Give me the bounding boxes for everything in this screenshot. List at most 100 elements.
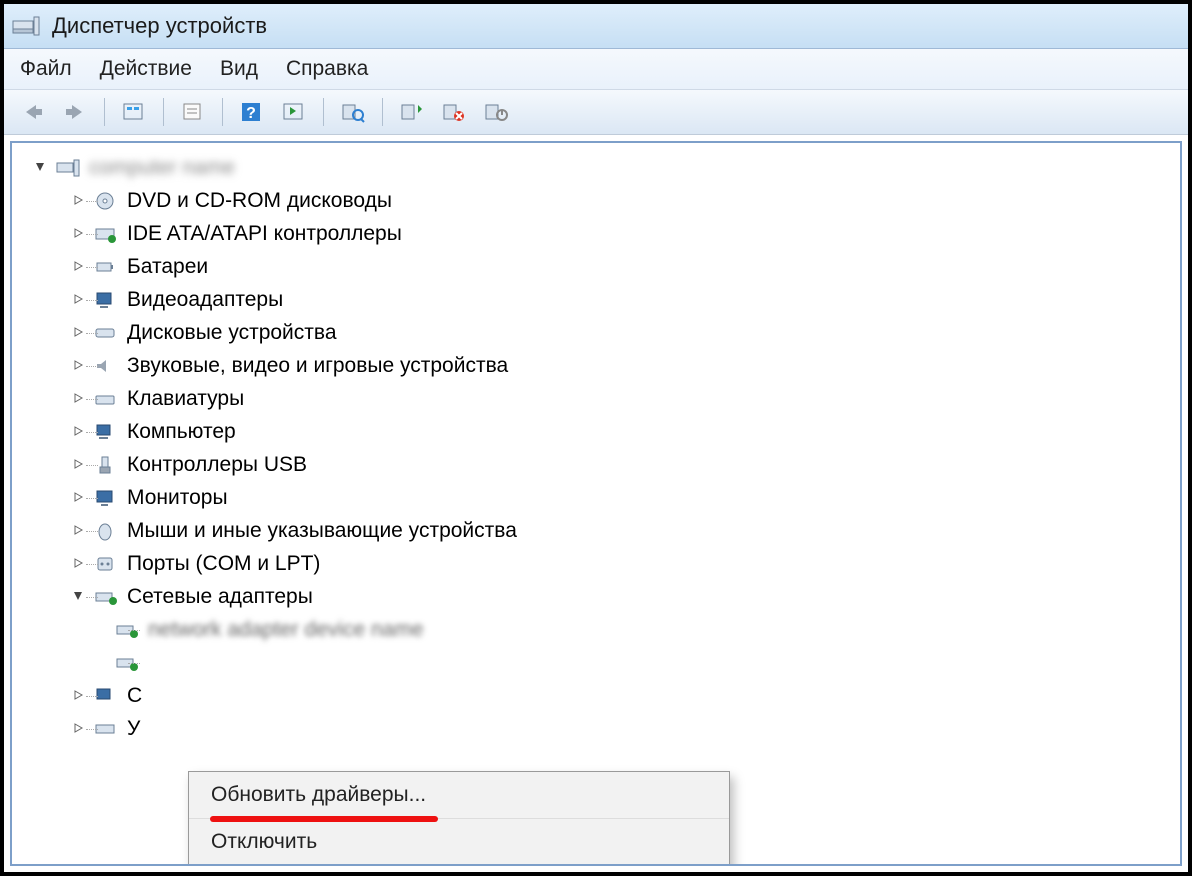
disable-button[interactable] <box>479 97 513 127</box>
tree-label: DVD и CD-ROM дисководы <box>127 189 392 213</box>
expand-icon[interactable] <box>72 689 85 702</box>
dvd-icon <box>93 190 119 212</box>
expand-icon[interactable] <box>72 425 85 438</box>
toolbar-separator <box>222 98 223 126</box>
device-tree-area: computer name DVD и CD-ROM дисководы IDE… <box>10 141 1182 866</box>
toolbar: ? <box>4 90 1188 135</box>
expand-icon[interactable] <box>72 326 85 339</box>
properties-button[interactable] <box>176 97 210 127</box>
device-manager-window: Диспетчер устройств Файл Действие Вид Сп… <box>4 4 1188 872</box>
annotation-underline <box>210 816 438 822</box>
expand-icon[interactable] <box>72 524 85 537</box>
tree-node[interactable]: IDE ATA/ATAPI контроллеры <box>24 217 1180 250</box>
help-button[interactable]: ? <box>235 97 269 127</box>
show-all-button[interactable] <box>277 97 311 127</box>
expand-icon[interactable] <box>72 392 85 405</box>
expand-icon[interactable] <box>72 359 85 372</box>
tree-label: Контроллеры USB <box>127 453 307 477</box>
computer-icon <box>55 157 81 179</box>
expand-icon[interactable] <box>72 458 85 471</box>
toolbar-separator <box>382 98 383 126</box>
usb-icon <box>93 454 119 476</box>
video-adapter-icon <box>93 289 119 311</box>
keyboard-icon <box>93 388 119 410</box>
menu-action[interactable]: Действие <box>100 57 192 81</box>
expand-icon[interactable] <box>72 491 85 504</box>
tree-subnode[interactable]: network adapter device name <box>24 613 1180 646</box>
tree-label: У <box>127 717 142 741</box>
toolbar-separator <box>163 98 164 126</box>
collapse-icon[interactable] <box>72 590 85 603</box>
window-border: Диспетчер устройств Файл Действие Вид Сп… <box>0 0 1192 876</box>
tree-label: Сетевые адаптеры <box>127 585 313 609</box>
disk-drive-icon <box>93 322 119 344</box>
tree-node[interactable]: У <box>24 712 1180 745</box>
tree-node[interactable]: Видеоадаптеры <box>24 283 1180 316</box>
audio-icon <box>93 355 119 377</box>
tree-label: Мониторы <box>127 486 228 510</box>
computer-icon <box>93 421 119 443</box>
ide-controller-icon <box>93 223 119 245</box>
expand-icon[interactable] <box>72 194 85 207</box>
tree-node[interactable]: Порты (COM и LPT) <box>24 547 1180 580</box>
tree-label: IDE ATA/ATAPI контроллеры <box>127 222 402 246</box>
ctx-disable[interactable]: Отключить <box>189 819 729 866</box>
scan-hardware-button[interactable] <box>336 97 370 127</box>
tree-node[interactable]: С <box>24 679 1180 712</box>
window-title: Диспетчер устройств <box>52 13 267 39</box>
port-icon <box>93 553 119 575</box>
tree-label: Порты (COM и LPT) <box>127 552 320 576</box>
toolbar-separator <box>323 98 324 126</box>
tree-node[interactable]: Звуковые, видео и игровые устройства <box>24 349 1180 382</box>
tree-label: Клавиатуры <box>127 387 244 411</box>
tree-label: Мыши и иные указывающие устройства <box>127 519 517 543</box>
root-label: computer name <box>89 156 235 180</box>
svg-text:?: ? <box>246 105 256 122</box>
tree-node-network[interactable]: Сетевые адаптеры <box>24 580 1180 613</box>
hid-icon <box>93 718 119 740</box>
expand-icon[interactable] <box>72 557 85 570</box>
tree-subnode[interactable] <box>24 646 1180 679</box>
menu-help[interactable]: Справка <box>286 57 368 81</box>
mouse-icon <box>93 520 119 542</box>
tree-node[interactable]: Батареи <box>24 250 1180 283</box>
expand-icon[interactable] <box>72 293 85 306</box>
tree-node[interactable]: Компьютер <box>24 415 1180 448</box>
menu-file[interactable]: Файл <box>20 57 72 81</box>
device-tree: computer name DVD и CD-ROM дисководы IDE… <box>12 143 1180 745</box>
tree-node[interactable]: Мониторы <box>24 481 1180 514</box>
back-button[interactable] <box>16 97 50 127</box>
tree-label: Компьютер <box>127 420 236 444</box>
toolbar-separator <box>104 98 105 126</box>
show-hidden-button[interactable] <box>117 97 151 127</box>
menu-view[interactable]: Вид <box>220 57 258 81</box>
network-adapter-icon <box>93 586 119 608</box>
tree-node[interactable]: Клавиатуры <box>24 382 1180 415</box>
collapse-icon[interactable] <box>34 161 47 174</box>
tree-node[interactable]: DVD и CD-ROM дисководы <box>24 184 1180 217</box>
menubar: Файл Действие Вид Справка <box>4 49 1188 90</box>
system-device-icon <box>93 685 119 707</box>
expand-icon[interactable] <box>72 260 85 273</box>
tree-label: network adapter device name <box>148 618 424 642</box>
uninstall-button[interactable] <box>437 97 471 127</box>
forward-button[interactable] <box>58 97 92 127</box>
update-driver-button[interactable] <box>395 97 429 127</box>
network-adapter-icon <box>114 652 140 674</box>
tree-label: Видеоадаптеры <box>127 288 283 312</box>
tree-label: С <box>127 684 144 708</box>
network-adapter-icon <box>114 619 140 641</box>
tree-label: Батареи <box>127 255 208 279</box>
tree-label: Звуковые, видео и игровые устройства <box>127 354 508 378</box>
ctx-update-drivers[interactable]: Обновить драйверы... <box>189 772 729 819</box>
battery-icon <box>93 256 119 278</box>
tree-node[interactable]: Контроллеры USB <box>24 448 1180 481</box>
tree-node[interactable]: Мыши и иные указывающие устройства <box>24 514 1180 547</box>
expand-icon[interactable] <box>72 227 85 240</box>
tree-label: Дисковые устройства <box>127 321 337 345</box>
tree-root[interactable]: computer name <box>24 151 1180 184</box>
computer-icon <box>12 15 40 37</box>
expand-icon[interactable] <box>72 722 85 735</box>
monitor-icon <box>93 487 119 509</box>
tree-node[interactable]: Дисковые устройства <box>24 316 1180 349</box>
